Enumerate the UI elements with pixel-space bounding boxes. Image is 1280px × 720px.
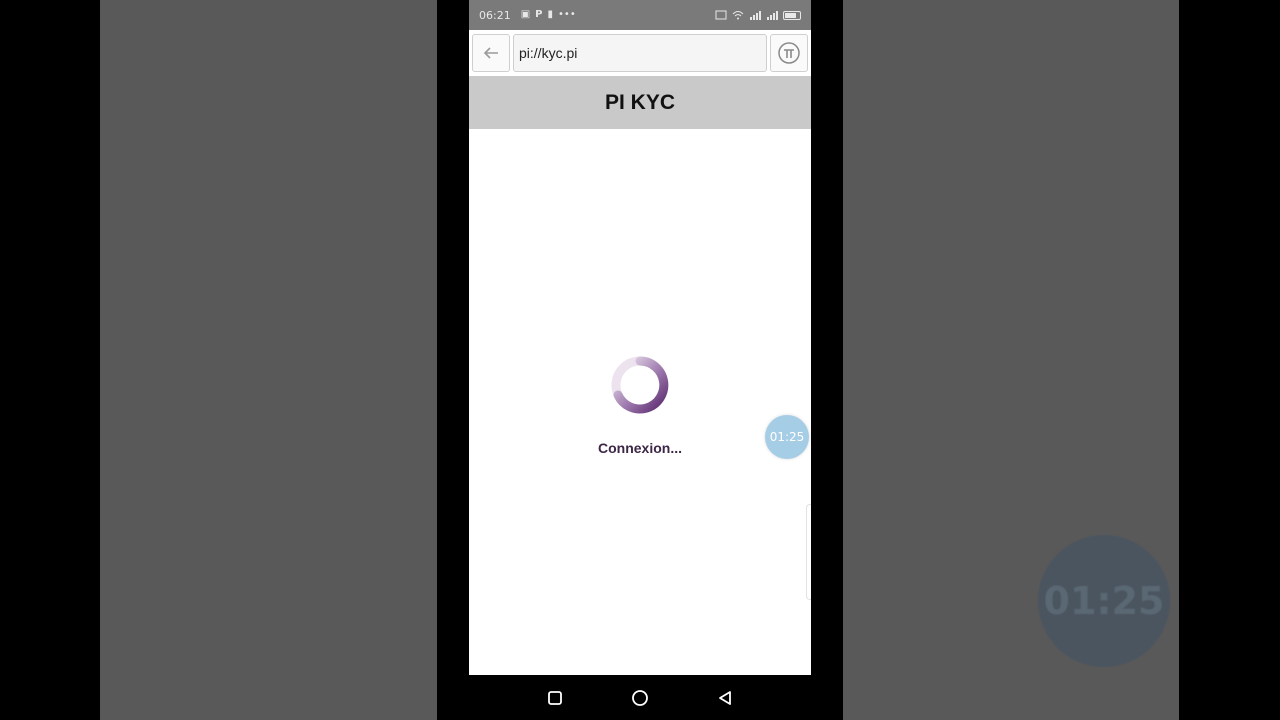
page-title: PI KYC bbox=[469, 76, 811, 129]
home-button[interactable] bbox=[625, 683, 655, 713]
loading-spinner bbox=[611, 356, 669, 414]
square-icon bbox=[548, 690, 562, 705]
more-dots: ••• bbox=[558, 9, 576, 20]
notification-icon: ▣ bbox=[520, 9, 531, 20]
p-icon: P bbox=[535, 9, 543, 20]
loading-text: Connexion... bbox=[598, 440, 682, 456]
signal-icon bbox=[767, 11, 778, 20]
circle-icon bbox=[632, 689, 648, 706]
back-button[interactable] bbox=[472, 34, 510, 72]
edge-panel-handle[interactable] bbox=[806, 504, 811, 600]
cast-icon bbox=[715, 10, 727, 20]
main-content: Connexion... 01:25 bbox=[469, 129, 811, 675]
browser-toolbar: pi://kyc.pi bbox=[469, 30, 811, 76]
status-bar: 06:21 ▣ P ▮ ••• bbox=[469, 0, 811, 30]
status-time: 06:21 bbox=[479, 8, 511, 22]
floating-timer-bubble[interactable]: 01:25 bbox=[765, 415, 809, 459]
pi-logo-icon bbox=[778, 42, 800, 64]
url-field[interactable]: pi://kyc.pi bbox=[513, 34, 767, 72]
battery-icon bbox=[783, 10, 801, 20]
wifi-icon bbox=[732, 11, 744, 20]
android-nav-bar bbox=[469, 675, 811, 720]
triangle-back-icon bbox=[719, 690, 731, 705]
background-timer-badge: 01:25 bbox=[1038, 535, 1170, 667]
nav-back-button[interactable] bbox=[710, 683, 740, 713]
signal-icon bbox=[750, 11, 761, 20]
recent-apps-button[interactable] bbox=[540, 683, 570, 713]
sim-icon: ▮ bbox=[547, 9, 554, 20]
blurred-background-left bbox=[100, 0, 437, 720]
arrow-left-icon bbox=[483, 47, 498, 59]
pi-button[interactable] bbox=[770, 34, 808, 72]
phone-frame: 06:21 ▣ P ▮ ••• pi://kyc.pi PI KYC Conne… bbox=[437, 0, 843, 720]
screen: 01:25 06:21 ▣ P ▮ ••• pi://kyc.pi PI KYC… bbox=[0, 0, 1280, 720]
